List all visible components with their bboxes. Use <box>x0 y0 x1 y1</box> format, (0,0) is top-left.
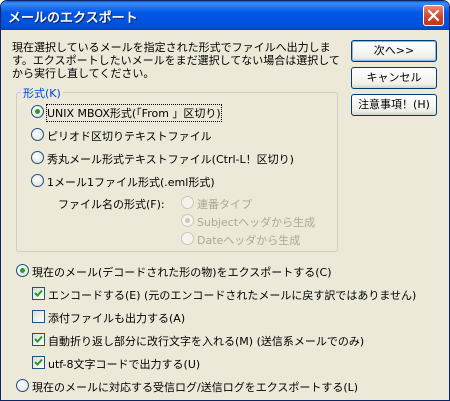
format-hidemaru-radio[interactable] <box>31 151 44 164</box>
close-button[interactable] <box>423 5 444 26</box>
checkmark-icon <box>34 335 43 343</box>
dialog-body: 現在選択しているメールを指定された形式でファイルへ出力しま す。エクスポートした… <box>4 30 446 397</box>
description-line: 現在選択しているメールを指定された形式でファイルへ出力しま <box>12 41 331 54</box>
filename-date-label[interactable]: Dateヘッダから生成 <box>197 232 300 248</box>
description-line: から実行し直してください。 <box>12 67 155 80</box>
filename-subject-radio[interactable] <box>181 214 194 227</box>
checkmark-icon <box>34 289 43 297</box>
filename-sequential-label[interactable]: 連番タイプ <box>197 196 252 212</box>
filename-format-label: ファイル名の形式(F): <box>58 198 165 211</box>
notes-button[interactable]: 注意事項！(H) <box>351 94 437 116</box>
filename-date-radio[interactable] <box>181 232 194 245</box>
format-mbox-label[interactable]: UNIX MBOX形式(「From 」区切り) <box>46 104 222 122</box>
attachments-label[interactable]: 添付ファイルも出力する(A) <box>48 310 185 326</box>
encode-checkbox[interactable] <box>32 287 45 300</box>
format-mbox-radio[interactable] <box>31 105 44 118</box>
format-eml-label[interactable]: 1メール1ファイル形式(.eml形式) <box>47 174 215 190</box>
cancel-button[interactable]: キャンセル <box>351 67 437 89</box>
description: 現在選択しているメールを指定された形式でファイルへ出力しま す。エクスポートした… <box>12 41 340 80</box>
attachments-checkbox[interactable] <box>32 310 45 323</box>
filename-sequential-radio[interactable] <box>181 196 194 209</box>
format-period-radio[interactable] <box>31 128 44 141</box>
dialog-window: メールのエクスポート 現在選択しているメールを指定された形式でファイルへ出力しま… <box>0 0 450 401</box>
encode-label[interactable]: エンコードする(E) (元のエンコードされたメールに戻す訳ではありません) <box>48 287 416 303</box>
title-bar[interactable]: メールのエクスポート <box>1 1 449 30</box>
linebreak-label[interactable]: 自動折り返し部分に改行文字を入れる(M) (送信系メールでのみ) <box>48 333 364 349</box>
format-group-label: 形式(K) <box>21 85 63 101</box>
format-hidemaru-label[interactable]: 秀丸メール形式テキストファイル(Ctrl-L！区切り) <box>47 151 294 167</box>
filename-subject-label[interactable]: Subjectヘッダから生成 <box>197 214 315 230</box>
checkmark-icon <box>34 358 43 366</box>
utf8-label[interactable]: utf-8文字コードで出力する(U) <box>48 356 200 372</box>
utf8-checkbox[interactable] <box>32 356 45 369</box>
export-log-label[interactable]: 現在のメールに対応する受信ログ/送信ログをエクスポートする(L) <box>32 379 358 395</box>
export-current-radio[interactable] <box>16 264 29 277</box>
window-title: メールのエクスポート <box>8 11 138 26</box>
export-current-label[interactable]: 現在のメール(デコードされた形の物)をエクスポートする(C) <box>32 264 332 280</box>
format-eml-radio[interactable] <box>31 174 44 187</box>
format-period-label[interactable]: ピリオド区切りテキストファイル <box>47 128 212 144</box>
close-icon <box>428 10 439 21</box>
linebreak-checkbox[interactable] <box>32 333 45 346</box>
description-line: す。エクスポートしたいメールをまだ選択してない場合は選択して <box>12 54 340 67</box>
export-log-radio[interactable] <box>16 379 29 392</box>
next-button[interactable]: 次へ>> <box>351 40 437 62</box>
